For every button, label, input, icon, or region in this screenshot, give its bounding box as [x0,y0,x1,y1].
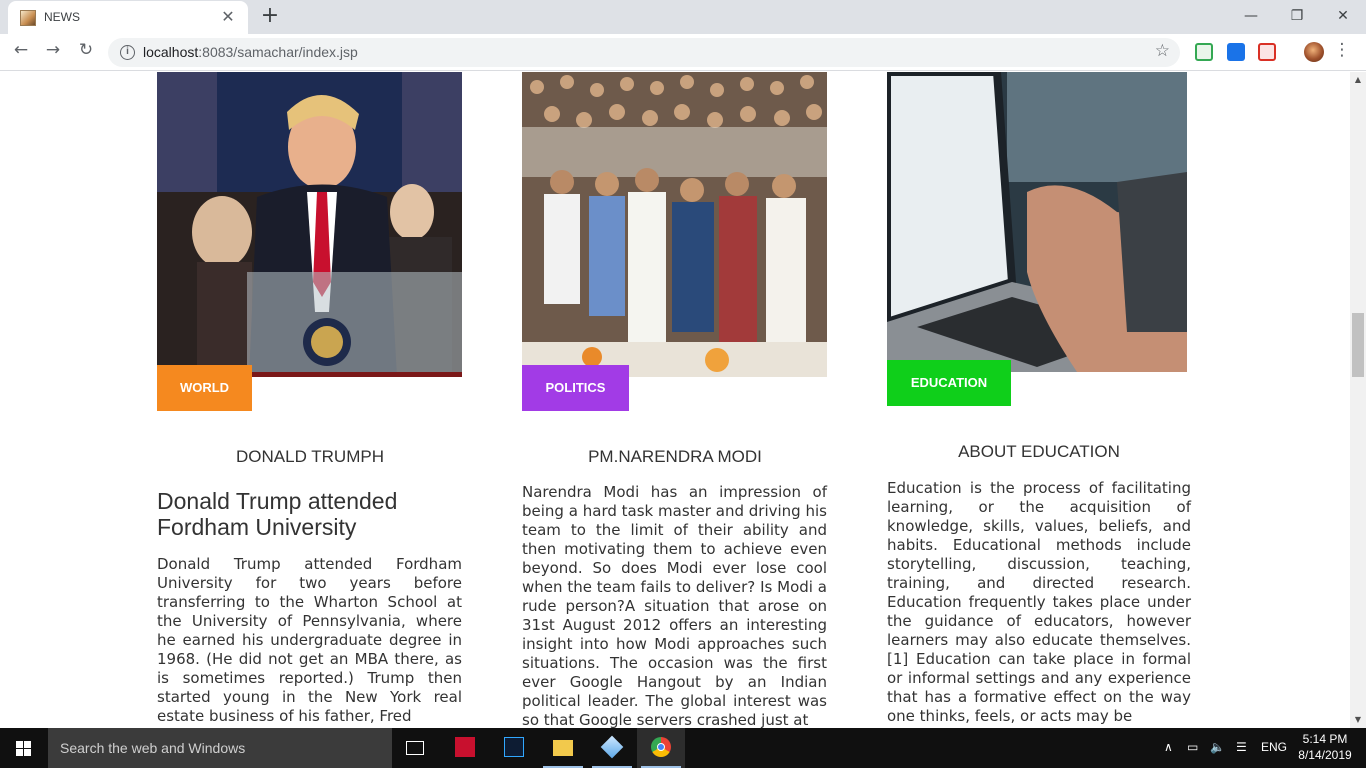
close-window-button[interactable]: ✕ [1323,4,1363,28]
file-explorer-icon[interactable] [539,728,587,768]
card-title[interactable]: ABOUT EDUCATION [887,442,1191,462]
laptop-photo-illustration [887,72,1187,372]
tray-expand-chevron-icon[interactable]: ∧ [1164,740,1173,754]
back-arrow-icon[interactable]: ← [9,40,33,64]
extension-sheets-icon[interactable] [1195,43,1213,61]
start-button[interactable] [0,728,48,768]
modi-photo-illustration [522,72,827,377]
tab-title: NEWS [44,10,80,24]
page-scrollbar[interactable]: ▲ ▼ [1350,72,1366,728]
language-indicator[interactable]: ENG [1261,740,1287,754]
photoshop-app-icon[interactable] [490,728,538,768]
card-title[interactable]: DONALD TRUMPH [157,447,463,467]
browser-toolbar: ← → ↻ i localhost:8083/samachar/index.js… [0,34,1366,71]
trump-photo-illustration [157,72,462,377]
extension-pdf-icon[interactable] [1258,43,1276,61]
category-badge-world[interactable]: WORLD [157,365,252,411]
category-badge-education[interactable]: EDUCATION [887,360,1011,406]
bookmark-star-icon[interactable]: ☆ [1155,41,1170,61]
maximize-button[interactable]: ❐ [1277,4,1317,28]
new-tab-button[interactable]: + [258,4,282,28]
news-image-laptop[interactable] [887,72,1187,372]
scrollbar-thumb[interactable] [1352,313,1364,377]
url-text[interactable]: localhost:8083/samachar/index.jsp [143,44,358,60]
article-body: Donald Trump attended Fordham University… [157,555,462,725]
forward-arrow-icon[interactable]: → [41,40,65,64]
category-badge-politics[interactable]: POLITICS [522,365,629,411]
article-headline[interactable]: Donald Trump attended Fordham University [157,488,463,540]
volume-muted-icon[interactable]: 🔈 [1210,740,1225,754]
article-body: Education is the process of facilitating… [887,479,1191,725]
news-image-trump[interactable] [157,72,462,377]
close-tab-icon[interactable]: ✕ [218,7,238,27]
reload-icon[interactable]: ↻ [74,40,98,64]
address-bar[interactable]: i localhost:8083/samachar/index.jsp ☆ [108,38,1180,67]
3d-box-app-icon[interactable] [588,728,636,768]
scroll-down-arrow-icon[interactable]: ▼ [1350,712,1366,728]
page-content: WORLD DONALD TRUMPH Donald Trump attende… [0,72,1350,728]
battery-icon[interactable]: ▭ [1187,740,1198,754]
menu-dots-icon[interactable]: ⋮ [1330,40,1354,64]
site-info-icon[interactable]: i [120,45,135,60]
windows-logo-icon [16,741,31,756]
action-center-icon[interactable]: ☰ [1236,740,1247,754]
taskbar-search-box[interactable]: Search the web and Windows [48,728,392,768]
news-image-modi[interactable] [522,72,827,377]
search-placeholder: Search the web and Windows [60,740,246,756]
task-view-icon[interactable] [392,728,440,768]
clock-time: 5:14 PM [1302,732,1348,746]
taskbar-clock[interactable]: 5:14 PM 8/14/2019 [1295,731,1355,763]
article-body: Narendra Modi has an impression of being… [522,483,827,728]
card-title[interactable]: PM.NARENDRA MODI [522,447,828,467]
chrome-app-icon[interactable] [637,728,685,768]
site-favicon-icon [20,10,36,26]
clock-date: 8/14/2019 [1298,748,1352,762]
minimize-button[interactable]: — [1231,4,1271,28]
browser-tab[interactable]: NEWS ✕ [8,1,248,34]
scroll-up-arrow-icon[interactable]: ▲ [1350,72,1366,88]
browser-tab-strip: NEWS ✕ + — ❐ ✕ [0,0,1366,34]
windows-taskbar: Search the web and Windows ∧ ▭ 🔈 ☰ ENG 5… [0,728,1366,768]
acrobat-app-icon[interactable] [441,728,489,768]
extension-search-icon[interactable] [1227,43,1245,61]
profile-avatar[interactable] [1304,42,1324,62]
